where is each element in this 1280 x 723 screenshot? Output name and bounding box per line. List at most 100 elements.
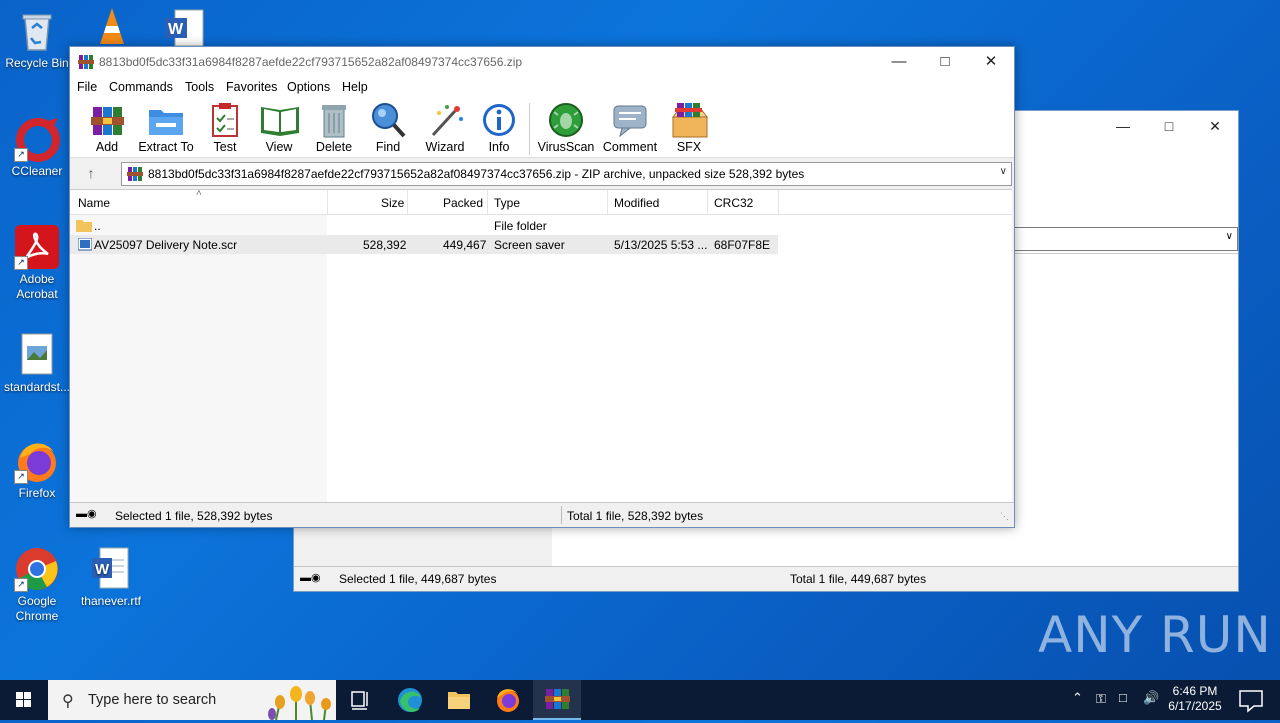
- chevron-down-icon[interactable]: ∨: [1226, 231, 1233, 242]
- winrar-window[interactable]: 8813bd0f5dc33f31a6984f8287aefde22cf79371…: [69, 46, 1015, 528]
- virus-scan-icon: [546, 101, 586, 139]
- resize-grip-icon[interactable]: ⋱: [1000, 511, 1009, 522]
- info-icon: [479, 101, 519, 139]
- notification-center-button[interactable]: [1232, 680, 1272, 720]
- table-row-file[interactable]: AV25097 Delivery Note.scr 528,392 449,46…: [70, 235, 778, 254]
- toolbar-separator: [529, 103, 530, 155]
- close-icon[interactable]: ✕: [1192, 115, 1238, 137]
- edge-icon: [398, 688, 422, 712]
- background-window-path-field[interactable]: ∨: [1014, 227, 1238, 251]
- extract-to-button[interactable]: Extract To: [138, 101, 194, 154]
- delete-button[interactable]: Delete: [314, 101, 354, 154]
- menu-favorites[interactable]: Favorites: [226, 80, 277, 94]
- taskbar-edge[interactable]: [386, 680, 434, 720]
- start-button[interactable]: [0, 680, 48, 720]
- column-crc32[interactable]: CRC32: [714, 196, 753, 210]
- desktop-icon-thanever-rtf[interactable]: W thanever.rtf: [75, 546, 147, 609]
- sort-caret-icon: ˄: [196, 188, 202, 199]
- task-view-button[interactable]: [336, 680, 384, 720]
- wizard-label: Wizard: [425, 140, 465, 154]
- firefox-icon: [497, 689, 519, 712]
- tray-volume[interactable]: 🔊: [1140, 680, 1162, 720]
- info-button[interactable]: Info: [479, 101, 519, 154]
- row-type: Screen saver: [494, 238, 565, 252]
- archive-path-field[interactable]: 8813bd0f5dc33f31a6984f8287aefde22cf79371…: [121, 162, 1012, 186]
- virusscan-button[interactable]: VirusScan: [536, 101, 596, 154]
- tray-meet-now[interactable]: ⚿: [1093, 680, 1113, 720]
- minimize-icon[interactable]: —: [1100, 115, 1146, 137]
- desktop-icon-standardst[interactable]: standardst...: [1, 332, 73, 395]
- maximize-icon[interactable]: □: [922, 47, 968, 77]
- screensaver-file-icon: [77, 237, 93, 254]
- sfx-button[interactable]: SFX: [668, 101, 710, 154]
- status-separator: [561, 506, 562, 524]
- column-packed[interactable]: Packed: [443, 196, 483, 210]
- menu-options[interactable]: Options: [287, 80, 330, 94]
- desktop-icon-google-chrome[interactable]: ↗ Google Chrome: [1, 546, 73, 624]
- desktop-icon-adobe-acrobat[interactable]: ↗ Adobe Acrobat: [1, 224, 73, 302]
- column-size[interactable]: Size: [381, 196, 404, 210]
- row-modified: 5/13/2025 5:53 ...: [614, 238, 708, 252]
- wizard-button[interactable]: Wizard: [424, 101, 466, 154]
- chrome-icon: ↗: [14, 546, 60, 592]
- shortcut-arrow-icon: ↗: [14, 148, 28, 162]
- add-archive-icon: [87, 101, 127, 139]
- name-column-background: [70, 214, 327, 502]
- show-hidden-icons-button[interactable]: ⌃: [1068, 680, 1088, 720]
- column-name[interactable]: Name: [78, 196, 110, 210]
- taskbar-file-explorer[interactable]: [435, 680, 483, 720]
- menu-tools[interactable]: Tools: [185, 80, 214, 94]
- delete-label: Delete: [315, 140, 353, 154]
- tray-network[interactable]: □: [1116, 680, 1138, 720]
- notification-icon: [1239, 690, 1263, 713]
- desktop-icon-label: CCleaner: [11, 164, 63, 178]
- tray-clock[interactable]: 6:46 PM 6/17/2025: [1162, 680, 1228, 720]
- network-icon: □: [1119, 690, 1127, 705]
- row-type: File folder: [494, 219, 547, 233]
- minimize-icon[interactable]: —: [876, 47, 922, 77]
- sfx-box-icon: [669, 101, 709, 139]
- path-bar: ↑ 8813bd0f5dc33f31a6984f8287aefde22cf793…: [70, 160, 1014, 186]
- column-type[interactable]: Type: [494, 196, 520, 210]
- menu-commands[interactable]: Commands: [109, 80, 173, 94]
- row-name: AV25097 Delivery Note.scr: [94, 238, 238, 252]
- drive-icon: ▬◉: [300, 572, 321, 584]
- comment-icon: [610, 101, 650, 139]
- volume-icon: 🔊: [1143, 690, 1160, 705]
- close-icon[interactable]: ✕: [968, 47, 1014, 77]
- statusbar: ▬◉ Selected 1 file, 528,392 bytes Total …: [70, 502, 1014, 527]
- test-button[interactable]: Test: [205, 101, 245, 154]
- file-list[interactable]: ˄ Name Size Packed Type Modified CRC32 .…: [70, 188, 1012, 502]
- winrar-titlebar[interactable]: 8813bd0f5dc33f31a6984f8287aefde22cf79371…: [70, 47, 1014, 77]
- desktop-icon-ccleaner[interactable]: ↗ CCleaner: [1, 116, 73, 179]
- folder-icon: [76, 218, 92, 235]
- desktop-icon-label: Recycle Bin: [5, 56, 69, 70]
- vlc-icon[interactable]: [92, 6, 132, 46]
- up-arrow-icon[interactable]: ↑: [80, 164, 102, 182]
- column-modified[interactable]: Modified: [614, 196, 659, 210]
- table-row-parent-folder[interactable]: .. File folder: [70, 216, 778, 235]
- menu-help[interactable]: Help: [342, 80, 368, 94]
- add-button[interactable]: Add: [87, 101, 127, 154]
- view-button[interactable]: View: [258, 101, 300, 154]
- desktop-icon-firefox[interactable]: ↗ Firefox: [1, 438, 73, 501]
- desktop-icon-recycle-bin[interactable]: Recycle Bin: [1, 8, 73, 71]
- word-doc-icon[interactable]: W: [163, 8, 205, 48]
- desktop-icon-label: Adobe Acrobat: [16, 272, 58, 301]
- desktop-icon-label: Google Chrome: [15, 594, 59, 623]
- search-icon: ⚲: [62, 693, 74, 710]
- taskbar-winrar[interactable]: [533, 680, 581, 720]
- taskbar: ⚲ Type here to search ⌃ ⚿ □ 🔊 6:46 PM 6/…: [0, 680, 1280, 723]
- taskbar-firefox[interactable]: [484, 680, 532, 720]
- find-button[interactable]: Find: [368, 101, 408, 154]
- tulips-decoration-icon: [266, 682, 334, 723]
- column-divider: [327, 190, 328, 214]
- test-label: Test: [213, 140, 237, 154]
- menu-file[interactable]: File: [77, 80, 97, 94]
- chevron-down-icon[interactable]: ∨: [1000, 166, 1007, 177]
- maximize-icon[interactable]: □: [1146, 115, 1192, 137]
- status-selected: Selected 1 file, 449,687 bytes: [339, 572, 497, 586]
- winrar-icon: [545, 689, 570, 709]
- comment-button[interactable]: Comment: [600, 101, 660, 154]
- taskbar-search-box[interactable]: ⚲ Type here to search: [48, 680, 336, 723]
